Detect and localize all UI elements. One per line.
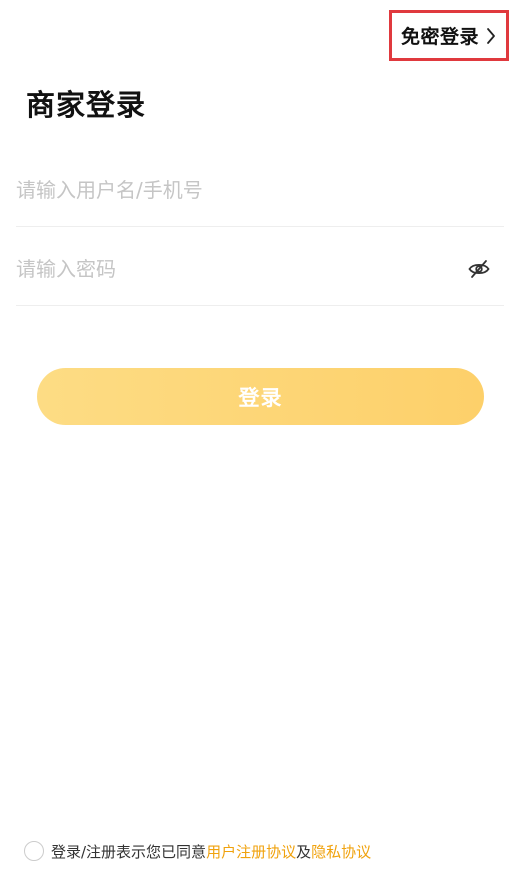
- privacy-agreement-link[interactable]: 隐私协议: [311, 841, 371, 862]
- eye-off-icon[interactable]: [468, 259, 490, 279]
- password-free-login-button[interactable]: 免密登录: [389, 10, 509, 61]
- password-free-login-label: 免密登录: [400, 26, 479, 48]
- agreement-conjunction: 及: [296, 842, 312, 861]
- password-input[interactable]: [16, 257, 436, 281]
- agreement-checkbox[interactable]: [24, 841, 44, 861]
- agreement-prefix: 登录/注册表示您已同意: [51, 842, 207, 861]
- agreement-row: 登录/注册表示您已同意 用户注册协议 及 隐私协议: [24, 839, 371, 863]
- page-title: 商家登录: [26, 88, 147, 122]
- login-button[interactable]: 登录: [37, 368, 484, 425]
- user-agreement-link[interactable]: 用户注册协议: [206, 841, 296, 862]
- chevron-right-icon: [485, 27, 497, 45]
- password-field: [16, 233, 504, 306]
- username-input[interactable]: [16, 178, 436, 202]
- username-field: [16, 154, 504, 227]
- login-page: 免密登录 商家登录 登录 登录/注册表示您已同意 用户注册协议 及 隐私协议: [0, 0, 518, 886]
